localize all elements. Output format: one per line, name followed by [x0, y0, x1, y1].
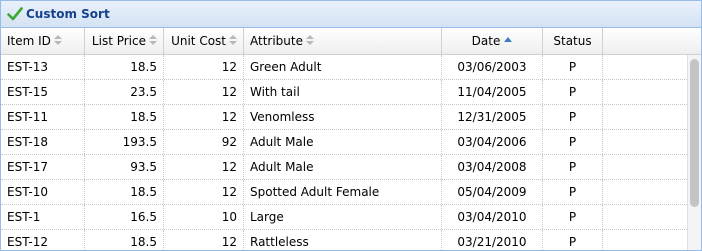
column-header-label: Item ID [7, 34, 51, 48]
cell-status: P [543, 230, 603, 250]
cell-list-price: 16.5 [85, 205, 164, 229]
cell-list-price: 23.5 [85, 80, 164, 104]
cell-attribute: Rattleless [244, 230, 442, 250]
table-row[interactable]: EST-13 18.5 12 Green Adult 03/06/2003 P [1, 55, 687, 80]
sort-icon [149, 35, 157, 46]
cell-filler [603, 230, 687, 250]
cell-date: 03/04/2008 [442, 155, 543, 179]
cell-filler [603, 130, 687, 154]
column-header-date[interactable]: Date [442, 28, 543, 54]
panel-title-bar: Custom Sort [1, 1, 701, 28]
column-header-list-price[interactable]: List Price [85, 28, 164, 54]
cell-unit-cost: 12 [164, 55, 244, 79]
table-row[interactable]: EST-18 193.5 92 Adult Male 03/04/2006 P [1, 130, 687, 155]
table-row[interactable]: EST-17 93.5 12 Adult Male 03/04/2008 P [1, 155, 687, 180]
cell-item-id: EST-11 [1, 105, 85, 129]
cell-item-id: EST-1 [1, 205, 85, 229]
cell-attribute: Large [244, 205, 442, 229]
cell-attribute: Adult Male [244, 155, 442, 179]
column-header-label: Unit Cost [171, 34, 226, 48]
cell-unit-cost: 12 [164, 230, 244, 250]
cell-list-price: 93.5 [85, 155, 164, 179]
cell-unit-cost: 10 [164, 205, 244, 229]
check-icon [7, 6, 23, 22]
sort-icon [53, 35, 62, 46]
table-row[interactable]: EST-11 18.5 12 Venomless 12/31/2005 P [1, 105, 687, 130]
cell-filler [603, 80, 687, 104]
custom-sort-grid: Custom Sort Item ID List Price Unit Cost… [0, 0, 702, 251]
cell-item-id: EST-12 [1, 230, 85, 250]
cell-date: 03/04/2006 [442, 130, 543, 154]
column-header-label: List Price [91, 34, 146, 48]
cell-unit-cost: 12 [164, 180, 244, 204]
sort-ascending-icon [504, 36, 513, 44]
table-row[interactable]: EST-1 16.5 10 Large 03/04/2010 P [1, 205, 687, 230]
cell-attribute: Green Adult [244, 55, 442, 79]
column-header-label: Attribute [250, 34, 303, 48]
cell-item-id: EST-18 [1, 130, 85, 154]
cell-list-price: 193.5 [85, 130, 164, 154]
grid-body: EST-13 18.5 12 Green Adult 03/06/2003 P … [1, 55, 687, 250]
cell-unit-cost: 92 [164, 130, 244, 154]
vertical-scrollbar[interactable] [687, 55, 701, 250]
cell-attribute: Venomless [244, 105, 442, 129]
cell-attribute: Spotted Adult Female [244, 180, 442, 204]
cell-status: P [543, 180, 603, 204]
panel-title: Custom Sort [26, 7, 110, 21]
column-header-attribute[interactable]: Attribute [244, 28, 442, 54]
cell-date: 12/31/2005 [442, 105, 543, 129]
cell-item-id: EST-10 [1, 180, 85, 204]
cell-list-price: 18.5 [85, 230, 164, 250]
cell-status: P [543, 205, 603, 229]
cell-attribute: Adult Male [244, 130, 442, 154]
column-header-unit-cost[interactable]: Unit Cost [164, 28, 244, 54]
cell-date: 11/04/2005 [442, 80, 543, 104]
cell-unit-cost: 12 [164, 155, 244, 179]
cell-list-price: 18.5 [85, 105, 164, 129]
cell-list-price: 18.5 [85, 55, 164, 79]
cell-unit-cost: 12 [164, 105, 244, 129]
column-header-item-id[interactable]: Item ID [1, 28, 85, 54]
table-row[interactable]: EST-10 18.5 12 Spotted Adult Female 05/0… [1, 180, 687, 205]
column-header-label: Date [471, 34, 501, 48]
column-header-filler [603, 28, 701, 54]
cell-status: P [543, 80, 603, 104]
cell-attribute: With tail [244, 80, 442, 104]
cell-item-id: EST-15 [1, 80, 85, 104]
cell-filler [603, 105, 687, 129]
cell-status: P [543, 105, 603, 129]
cell-filler [603, 155, 687, 179]
cell-date: 03/21/2010 [442, 230, 543, 250]
cell-date: 05/04/2009 [442, 180, 543, 204]
column-header-status[interactable]: Status [543, 28, 603, 54]
cell-item-id: EST-17 [1, 155, 85, 179]
sort-icon [229, 35, 237, 46]
cell-filler [603, 55, 687, 79]
column-header-row: Item ID List Price Unit Cost Attribute D… [1, 28, 701, 55]
cell-unit-cost: 12 [164, 80, 244, 104]
cell-status: P [543, 130, 603, 154]
table-row[interactable]: EST-15 23.5 12 With tail 11/04/2005 P [1, 80, 687, 105]
cell-status: P [543, 55, 603, 79]
cell-item-id: EST-13 [1, 55, 85, 79]
table-row[interactable]: EST-12 18.5 12 Rattleless 03/21/2010 P [1, 230, 687, 250]
cell-list-price: 18.5 [85, 180, 164, 204]
cell-filler [603, 205, 687, 229]
column-header-label: Status [553, 34, 592, 48]
cell-date: 03/04/2010 [442, 205, 543, 229]
cell-status: P [543, 155, 603, 179]
cell-filler [603, 180, 687, 204]
scrollbar-thumb[interactable] [690, 59, 699, 207]
cell-date: 03/06/2003 [442, 55, 543, 79]
sort-icon [306, 35, 314, 46]
